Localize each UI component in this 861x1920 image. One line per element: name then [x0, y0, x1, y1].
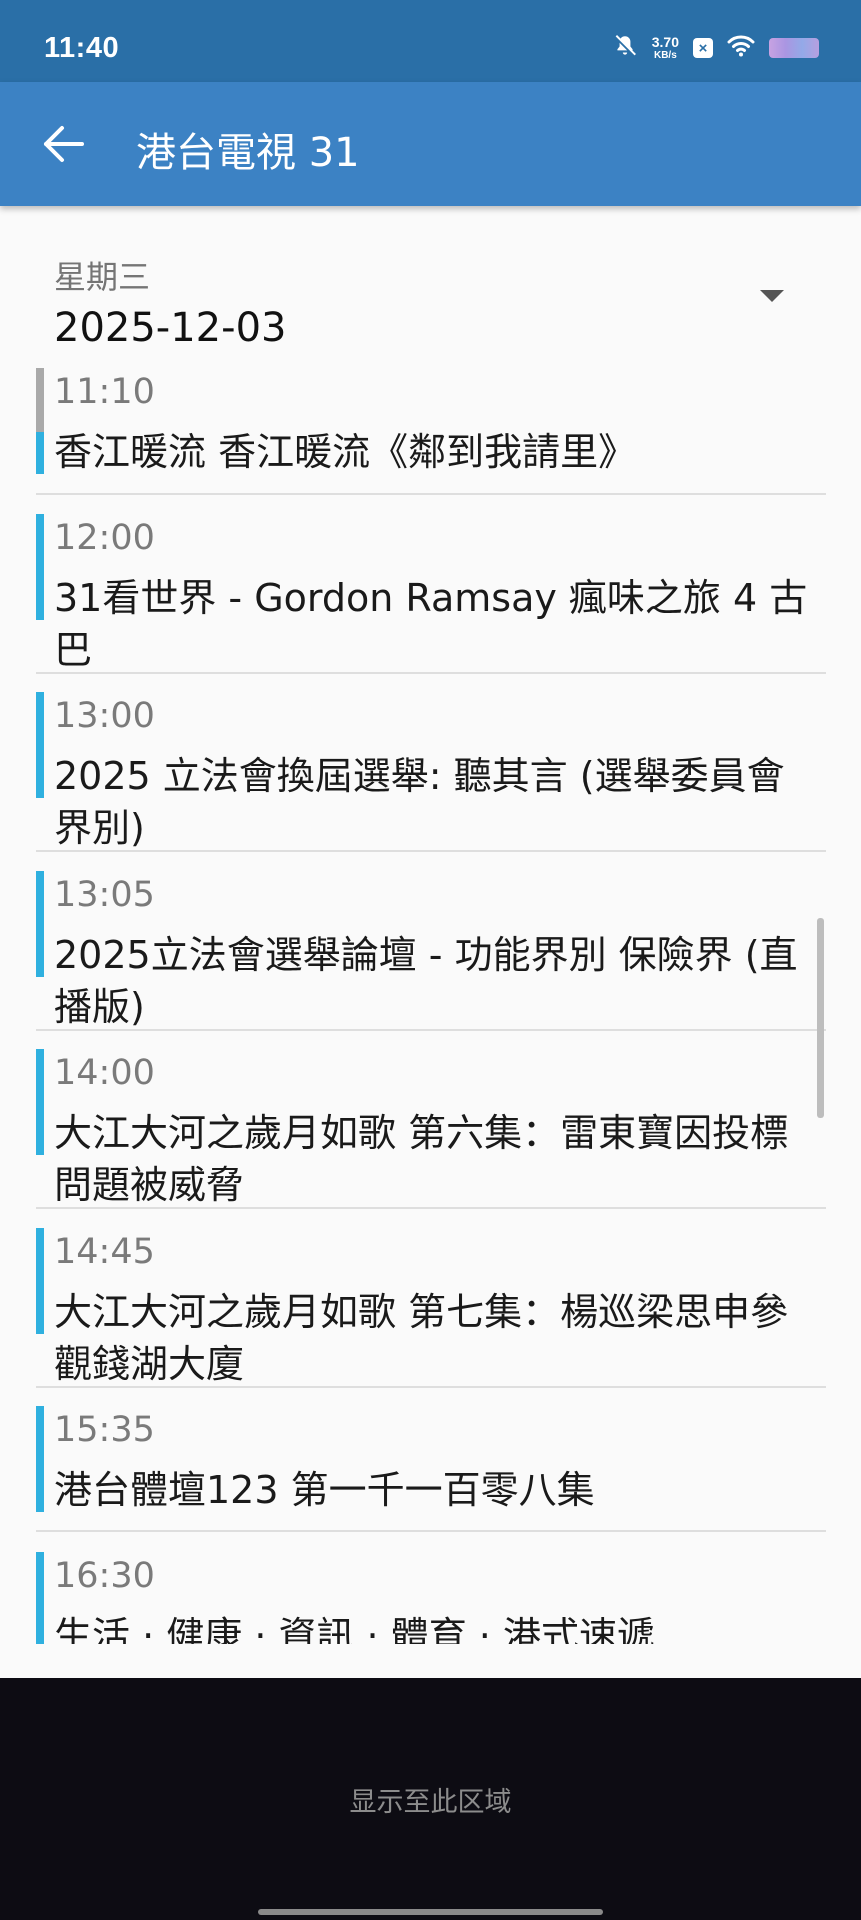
- program-accent-bar: [36, 1552, 44, 1644]
- program-title: 2025 立法會換屆選舉: 聽其言 (選舉委員會界別): [54, 754, 785, 850]
- program-time: 12:00: [54, 518, 155, 558]
- program-accent-bar: [36, 1228, 44, 1334]
- program-item[interactable]: 13:00 2025 立法會換屆選舉: 聽其言 (選舉委員會界別): [36, 690, 826, 852]
- program-time: 13:00: [54, 696, 155, 736]
- x-badge-icon: ×: [693, 38, 713, 58]
- status-bar: 11:40 3.70 KB/s ×: [0, 0, 861, 82]
- program-title: 港台體壇123 第一千一百零八集: [54, 1468, 595, 1512]
- program-accent-bar: [36, 368, 44, 474]
- program-item[interactable]: 14:45 大江大河之歲月如歌 第七集：楊巡梁思申參觀錢湖大廈: [36, 1226, 826, 1388]
- program-time: 14:45: [54, 1232, 155, 1272]
- date-selector[interactable]: 星期三 2025-12-03: [54, 252, 794, 352]
- home-indicator[interactable]: [258, 1909, 603, 1915]
- program-item[interactable]: 15:35 港台體壇123 第一千一百零八集: [36, 1404, 826, 1532]
- schedule-list-container[interactable]: 11:10 香江暖流 香江暖流《鄰到我請里》 12:00 31看世界 - Gor…: [0, 366, 861, 1644]
- program-item[interactable]: 16:30 生活 · 健康 · 資訊 · 體育 · 港式速遞: [36, 1550, 826, 1644]
- program-accent-bar: [36, 514, 44, 620]
- program-title: 2025立法會選舉論壇 - 功能界別 保險界 (直播版): [54, 933, 798, 1029]
- program-time: 15:35: [54, 1410, 155, 1450]
- back-arrow-icon[interactable]: [38, 118, 90, 170]
- program-accent-bar: [36, 692, 44, 798]
- program-item[interactable]: 14:00 大江大河之歲月如歌 第六集：雷東寶因投標問題被威脅: [36, 1047, 826, 1209]
- net-speed: 3.70 KB/s: [652, 35, 679, 61]
- app-bar: 港台電視 31: [0, 82, 861, 206]
- program-item[interactable]: 13:05 2025立法會選舉論壇 - 功能界別 保險界 (直播版): [36, 869, 826, 1031]
- date-value: 2025-12-03: [54, 305, 287, 351]
- wifi-icon: [727, 34, 755, 62]
- scrollbar-thumb[interactable]: [817, 918, 824, 1118]
- dropdown-arrow-icon[interactable]: [760, 290, 784, 302]
- program-title: 香江暖流 香江暖流《鄰到我請里》: [54, 430, 637, 474]
- program-accent-bar: [36, 1406, 44, 1512]
- program-title: 生活 · 健康 · 資訊 · 體育 · 港式速遞: [54, 1614, 655, 1644]
- program-title: 大江大河之歲月如歌 第七集：楊巡梁思申參觀錢湖大廈: [54, 1290, 789, 1386]
- program-time: 16:30: [54, 1556, 155, 1596]
- program-title: 大江大河之歲月如歌 第六集：雷東寶因投標問題被威脅: [54, 1111, 789, 1207]
- display-area-label: 显示至此区域: [349, 1787, 512, 1818]
- net-speed-unit: KB/s: [653, 50, 677, 61]
- program-time: 14:00: [54, 1053, 155, 1093]
- bottom-panel: 显示至此区域: [0, 1678, 861, 1920]
- mute-bell-icon: [612, 33, 638, 63]
- program-accent-bar: [36, 1049, 44, 1155]
- page-title: 港台電視 31: [136, 130, 360, 176]
- program-time: 13:05: [54, 875, 155, 915]
- net-speed-value: 3.70: [651, 34, 679, 50]
- program-item[interactable]: 12:00 31看世界 - Gordon Ramsay 瘋味之旅 4 古巴: [36, 512, 826, 674]
- program-accent-bar: [36, 871, 44, 977]
- program-item[interactable]: 11:10 香江暖流 香江暖流《鄰到我請里》: [36, 366, 826, 495]
- weekday-label: 星期三: [54, 258, 151, 296]
- status-time: 11:40: [44, 32, 120, 64]
- battery-icon: [769, 38, 819, 58]
- status-icons: 3.70 KB/s ×: [612, 30, 819, 66]
- program-time: 11:10: [54, 372, 155, 412]
- program-title: 31看世界 - Gordon Ramsay 瘋味之旅 4 古巴: [54, 576, 808, 672]
